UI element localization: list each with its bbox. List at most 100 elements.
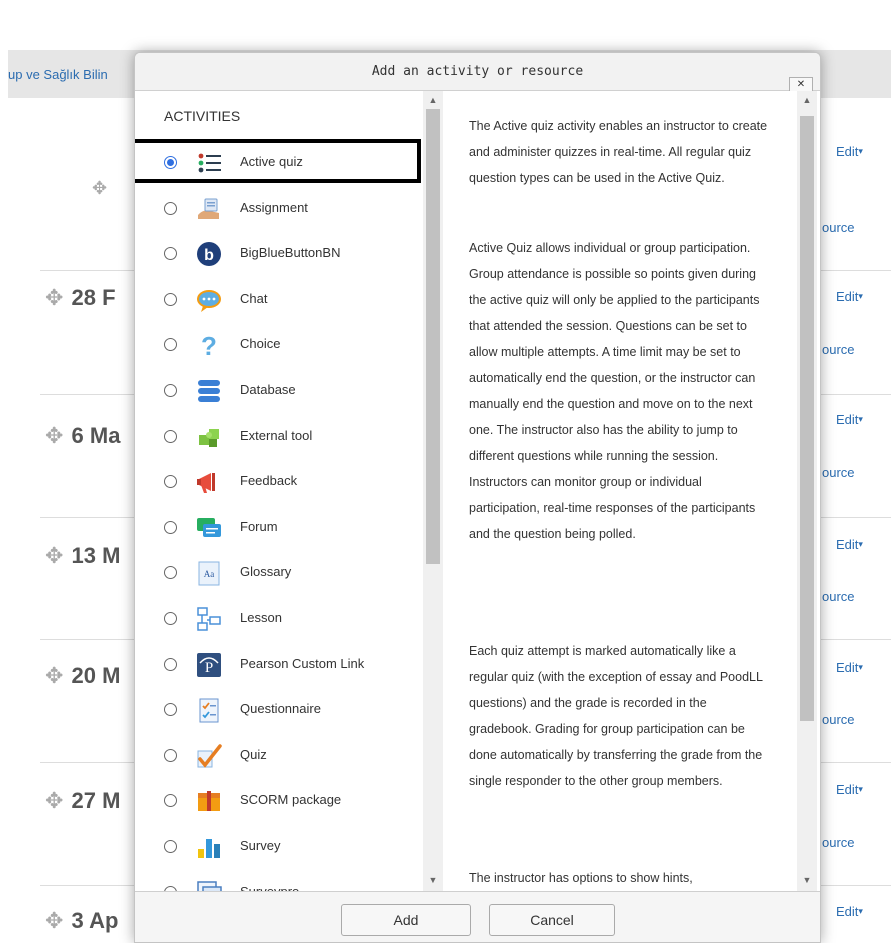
caret-down-icon: ▾ [858, 906, 863, 916]
move-icon[interactable]: ✥ [45, 908, 70, 933]
activity-option-label: BigBlueButtonBN [240, 245, 341, 261]
move-icon[interactable]: ✥ [45, 285, 70, 310]
section-title: ✥ 6 Ma [45, 423, 120, 449]
activity-option-label: Quiz [240, 746, 267, 762]
radio-button[interactable] [164, 292, 177, 306]
radio-button[interactable] [164, 840, 177, 853]
activity-option-label: Lesson [240, 610, 282, 625]
section-title: ✥ 28 F [45, 285, 116, 311]
radio-button[interactable] [164, 612, 177, 625]
description-scrollbar[interactable]: ▲ ▼ [797, 91, 817, 891]
radio-button[interactable] [164, 201, 177, 215]
dialog-footer: Add Cancel [135, 891, 820, 942]
activity-option[interactable]: Surveypro [135, 871, 423, 891]
activity-option[interactable]: External tool [135, 415, 423, 461]
activity-option[interactable]: Chat [135, 278, 423, 324]
edit-menu[interactable]: Edit▾ [836, 537, 863, 552]
radio-button[interactable] [164, 247, 177, 261]
feedback-icon [195, 468, 223, 496]
top-bar [0, 0, 891, 50]
activity-option[interactable]: P Pearson Custom Link [135, 643, 423, 689]
add-resource-link[interactable]: ource [822, 589, 855, 604]
add-button[interactable]: Add [341, 904, 471, 936]
add-resource-link[interactable]: ource [822, 220, 855, 235]
breadcrumb[interactable]: up ve Sağlık Bilin [8, 67, 108, 82]
activity-option[interactable]: Aa Glossary [135, 551, 423, 597]
activity-option[interactable]: Feedback [135, 460, 423, 506]
move-icon[interactable]: ✥ [92, 178, 107, 199]
edit-label: Edit [836, 537, 859, 552]
assignment-icon [195, 195, 223, 223]
section-title-text: 28 F [71, 285, 116, 310]
add-resource-link[interactable]: ource [822, 712, 855, 727]
radio-button[interactable] [164, 338, 177, 352]
options-scroll-thumb[interactable] [426, 109, 440, 564]
activity-option[interactable]: Quiz [135, 734, 423, 780]
move-icon[interactable]: ✥ [45, 663, 70, 688]
activity-option[interactable]: Forum [135, 506, 423, 552]
edit-menu[interactable]: Edit▾ [836, 904, 863, 919]
questionnaire-icon [195, 696, 223, 724]
activity-option[interactable]: Assignment [135, 187, 423, 233]
add-resource-link[interactable]: ource [822, 342, 855, 357]
edit-menu[interactable]: Edit▾ [836, 144, 863, 159]
radio-button[interactable] [164, 475, 177, 489]
move-icon[interactable]: ✥ [45, 543, 70, 568]
section-title: ✥ 20 M [45, 663, 120, 689]
glossary-icon: Aa [195, 559, 223, 587]
dialog-header: Add an activity or resource ✕ [135, 53, 820, 93]
forum-icon [195, 514, 223, 542]
activity-option[interactable]: Lesson [135, 597, 423, 643]
radio-button[interactable] [164, 429, 177, 443]
quiz-icon [195, 742, 223, 770]
move-icon[interactable]: ✥ [45, 788, 70, 813]
radio-button[interactable] [164, 566, 177, 580]
move-icon[interactable]: ✥ [45, 423, 70, 448]
add-resource-link[interactable]: ource [822, 465, 855, 480]
radio-button[interactable] [164, 703, 177, 717]
radio-button[interactable] [164, 520, 177, 534]
description-paragraph: Active Quiz allows individual or group p… [469, 241, 760, 541]
scroll-up-icon[interactable]: ▲ [423, 93, 443, 107]
activity-options-panel: ACTIVITIES Active quiz Assignment b BigBlue… [135, 91, 444, 891]
surveypro-icon [195, 879, 223, 891]
activity-option-label: Questionnaire [240, 701, 321, 717]
description-paragraph: Each quiz attempt is marked automaticall… [469, 644, 763, 788]
edit-label: Edit [836, 412, 859, 427]
survey-icon [195, 833, 223, 861]
activity-option[interactable]: Questionnaire [135, 688, 423, 734]
activity-option[interactable]: b BigBlueButtonBN [135, 232, 423, 278]
add-resource-link[interactable]: ource [822, 835, 855, 850]
radio-button[interactable] [164, 794, 177, 808]
scroll-up-icon[interactable]: ▲ [797, 93, 817, 107]
edit-menu[interactable]: Edit▾ [836, 289, 863, 304]
radio-button[interactable] [164, 657, 177, 671]
edit-menu[interactable]: Edit▾ [836, 412, 863, 427]
activity-option[interactable]: Database [135, 369, 423, 415]
activity-option[interactable]: SCORM package [135, 779, 423, 825]
caret-down-icon: ▾ [858, 539, 863, 549]
activity-option-label: Choice [240, 336, 281, 352]
edit-menu[interactable]: Edit▾ [836, 660, 863, 675]
activity-option-label: SCORM package [240, 792, 342, 808]
scroll-down-icon[interactable]: ▼ [797, 873, 817, 887]
description-scroll-thumb[interactable] [800, 116, 814, 721]
edit-menu[interactable]: Edit▾ [836, 782, 863, 797]
activity-option-label: Database [240, 382, 296, 397]
scroll-down-icon[interactable]: ▼ [423, 873, 443, 887]
activity-option-label: Forum [240, 518, 278, 534]
options-scrollbar[interactable]: ▲ ▼ [423, 91, 443, 891]
cancel-button[interactable]: Cancel [489, 904, 615, 936]
edit-label: Edit [836, 289, 859, 304]
section-title-text: 3 Ap [71, 908, 119, 933]
scorm-icon [195, 787, 223, 815]
svg-text:Aa: Aa [204, 569, 215, 579]
radio-button[interactable] [164, 748, 177, 762]
caret-down-icon: ▾ [858, 784, 863, 794]
activity-option-label: Feedback [240, 473, 298, 489]
activity-option[interactable]: Survey [135, 825, 423, 871]
section-title-text: 27 M [71, 788, 121, 813]
caret-down-icon: ▾ [858, 414, 863, 424]
radio-button[interactable] [164, 384, 177, 397]
activity-option[interactable]: ? Choice [135, 323, 423, 369]
